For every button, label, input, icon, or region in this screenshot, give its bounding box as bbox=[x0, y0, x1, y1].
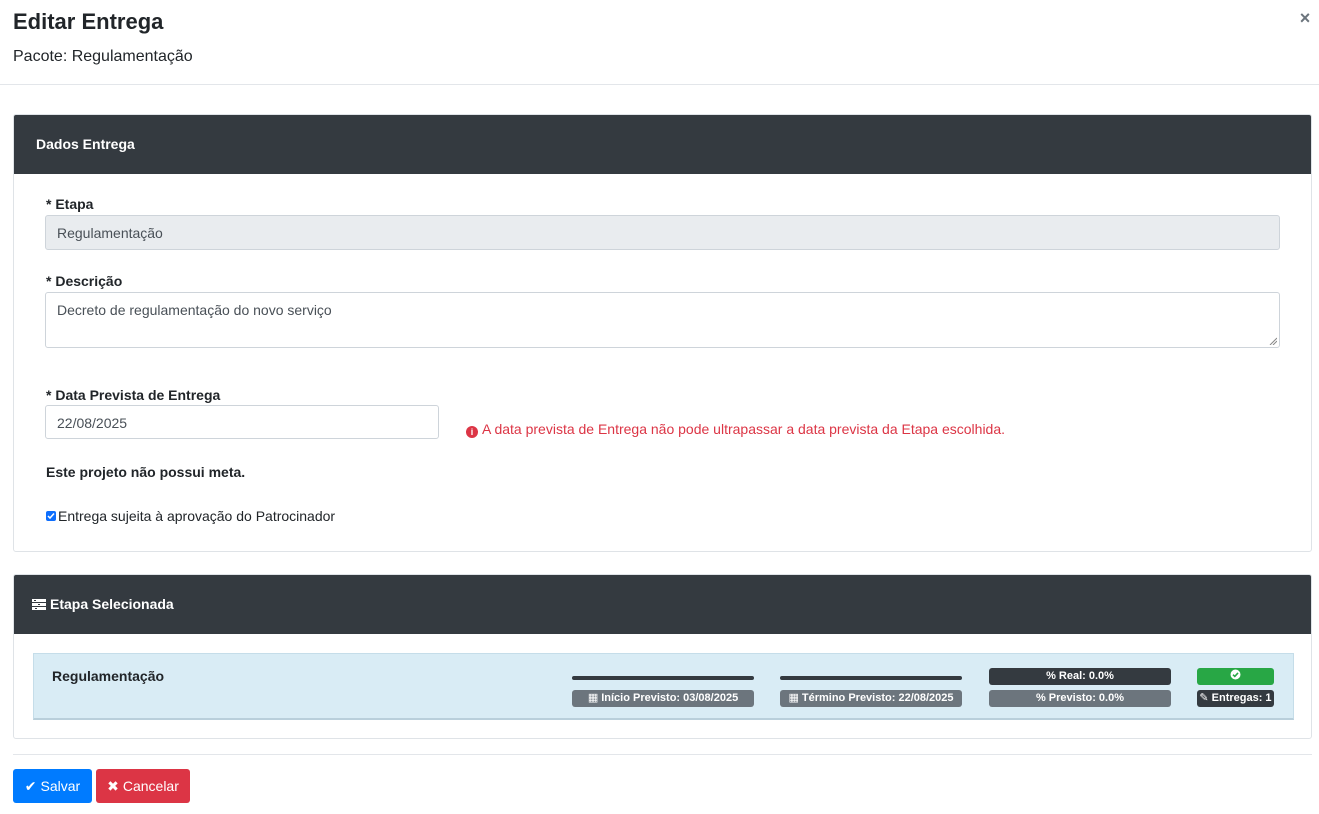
etapa-label: * Etapa bbox=[46, 196, 94, 212]
modal-header: Editar Entrega Pacote: Regulamentação × bbox=[0, 0, 1319, 85]
cancel-label: Cancelar bbox=[122, 778, 179, 794]
error-text: A data prevista de Entrega não pode ultr… bbox=[482, 421, 1006, 437]
tasks-icon bbox=[32, 599, 46, 610]
entregas-badge: ✎ Entregas: 1 bbox=[1197, 690, 1274, 707]
termino-previsto-badge: ▦ Término Previsto: 22/08/2025 bbox=[780, 690, 962, 707]
dados-entrega-header: Dados Entrega bbox=[14, 115, 1311, 174]
entregas-text: Entregas: 1 bbox=[1211, 692, 1272, 704]
save-button[interactable]: ✔ Salvar bbox=[13, 769, 92, 803]
etapa-name: Regulamentação bbox=[52, 668, 165, 684]
etapa-selecionada-title: Etapa Selecionada bbox=[50, 596, 174, 612]
footer-divider bbox=[13, 754, 1312, 755]
close-icon[interactable]: × bbox=[1296, 9, 1314, 27]
dados-entrega-card: Dados Entrega * Etapa Regulamentação * D… bbox=[13, 114, 1312, 552]
inicio-previsto-text: Início Previsto: 03/08/2025 bbox=[601, 692, 739, 704]
resize-grip-icon[interactable] bbox=[1269, 337, 1277, 345]
modal-subtitle: Pacote: Regulamentação bbox=[13, 48, 193, 65]
cancel-button[interactable]: ✖ Cancelar bbox=[96, 769, 190, 803]
data-prevista-input[interactable]: 22/08/2025 bbox=[45, 405, 439, 439]
check-circle-icon bbox=[1230, 669, 1241, 680]
calendar-icon: ▦ bbox=[788, 692, 799, 704]
etapa-selecionada-header: Etapa Selecionada bbox=[14, 575, 1311, 634]
descricao-label: * Descrição bbox=[46, 273, 123, 289]
termino-previsto-text: Término Previsto: 22/08/2025 bbox=[801, 692, 954, 704]
modal-title: Editar Entrega bbox=[13, 9, 164, 34]
data-prevista-error: i A data prevista de Entrega não pode ult… bbox=[466, 421, 1005, 438]
meta-text: Este projeto não possui meta. bbox=[46, 464, 246, 480]
inicio-progress-bar bbox=[572, 676, 754, 680]
checkmark-icon bbox=[47, 513, 55, 520]
etapa-item[interactable]: Regulamentação ▦ Início Previsto: 03/08/2… bbox=[33, 653, 1294, 720]
inicio-previsto-badge: ▦ Início Previsto: 03/08/2025 bbox=[572, 690, 754, 707]
etapa-selecionada-card: Etapa Selecionada Regulamentação ▦ Início… bbox=[13, 574, 1312, 739]
check-icon: ✔ bbox=[24, 778, 37, 794]
aprovacao-row: Entrega sujeita à aprovação do Patrocina… bbox=[46, 508, 335, 524]
status-badge bbox=[1197, 668, 1274, 685]
termino-progress-bar bbox=[780, 676, 962, 680]
calendar-icon: ▦ bbox=[587, 692, 599, 704]
info-circle-icon: i bbox=[466, 426, 478, 438]
save-label: Salvar bbox=[40, 778, 81, 794]
paperclip-icon: ✎ bbox=[1199, 692, 1209, 704]
etapa-field[interactable]: Regulamentação bbox=[45, 215, 1280, 250]
close-icon: ✖ bbox=[107, 778, 119, 794]
real-badge: % Real: 0.0% bbox=[989, 668, 1171, 685]
descricao-textarea[interactable]: Decreto de regulamentação do novo serviç… bbox=[45, 292, 1280, 348]
previsto-badge: % Previsto: 0.0% bbox=[989, 690, 1171, 707]
descricao-value: Decreto de regulamentação do novo serviç… bbox=[57, 302, 332, 318]
data-prevista-label: * Data Prevista de Entrega bbox=[46, 387, 221, 403]
aprovacao-label[interactable]: Entrega sujeita à aprovação do Patrocina… bbox=[58, 508, 335, 524]
aprovacao-checkbox[interactable] bbox=[46, 511, 56, 521]
